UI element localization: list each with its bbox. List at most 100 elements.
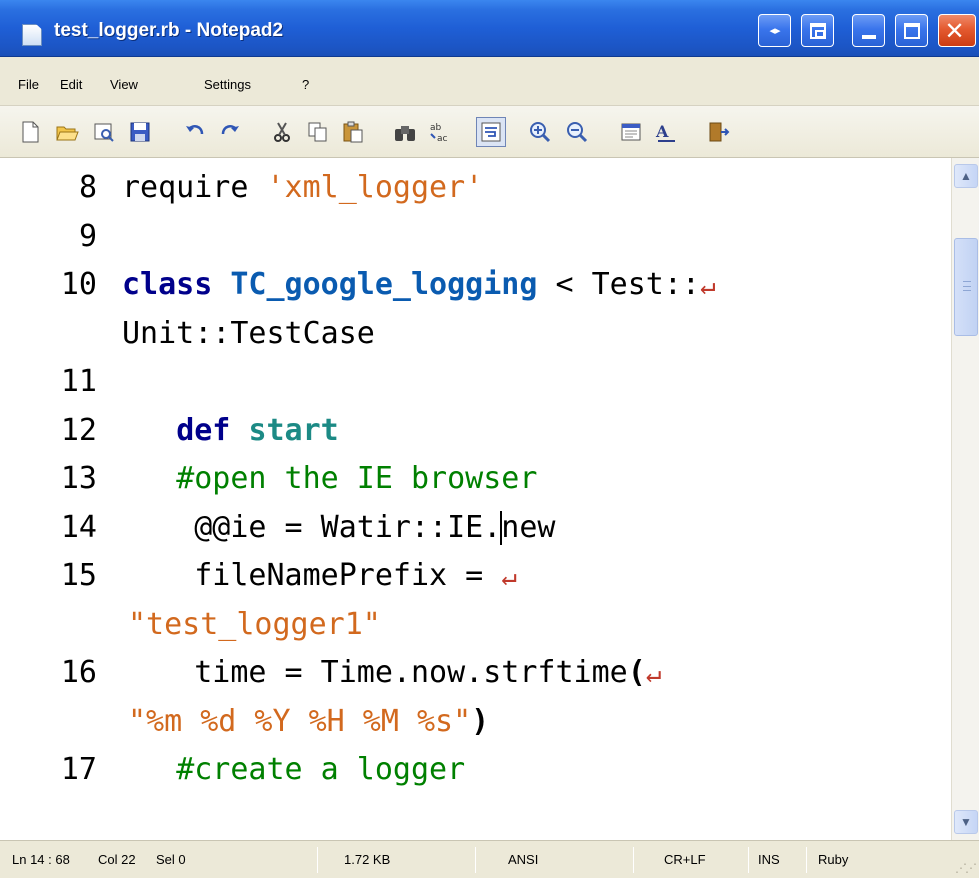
- status-line-position: Ln 14 : 68: [12, 852, 70, 867]
- line-number: 9: [78, 218, 97, 254]
- code-token: "%m %d %Y %H %M %s": [128, 703, 472, 739]
- undo-icon: [186, 125, 204, 135]
- code-line[interactable]: "%m %d %Y %H %M %s"): [0, 698, 951, 746]
- zoom-in-icon: [530, 122, 551, 143]
- code-line[interactable]: 11: [0, 358, 951, 406]
- code-line[interactable]: 13 #open the IE browser: [0, 455, 951, 503]
- svg-text:A: A: [655, 122, 669, 141]
- code-text: #create a logger: [122, 746, 465, 794]
- menu-file[interactable]: File: [18, 77, 39, 92]
- save-icon: [130, 122, 150, 142]
- resize-grip-icon[interactable]: ⋰⋰: [955, 861, 977, 875]
- paste-button[interactable]: [341, 120, 365, 144]
- line-number: 15: [60, 558, 97, 593]
- code-line[interactable]: 15 fileNamePrefix = ↵: [0, 552, 951, 600]
- open-file-button[interactable]: [55, 120, 79, 144]
- code-token: @@ie = Watir::IE.: [122, 509, 502, 545]
- restore-icon: [810, 23, 826, 39]
- line-number: 10: [60, 267, 97, 302]
- close-icon: ✕: [944, 18, 965, 45]
- undo-button[interactable]: [183, 120, 207, 144]
- menu-help[interactable]: ?: [302, 77, 309, 92]
- code-editor[interactable]: 8 require 'xml_logger' 9 10 class TC_google_…: [0, 158, 951, 840]
- zoom-in-button[interactable]: [528, 120, 552, 144]
- scroll-up-button[interactable]: ▲: [954, 164, 978, 188]
- code-line[interactable]: Unit::TestCase: [0, 310, 951, 358]
- code-text: fileNamePrefix = ↵: [122, 552, 517, 601]
- copy-button[interactable]: [306, 120, 330, 144]
- new-file-icon: [22, 121, 39, 143]
- code-line[interactable]: 10 class TC_google_logging < Test::↵: [0, 261, 951, 309]
- window-title: test_logger.rb - Notepad2: [54, 20, 284, 41]
- save-button[interactable]: [128, 120, 152, 144]
- menu-view[interactable]: View: [110, 77, 138, 92]
- replace-icon: abac: [430, 123, 448, 144]
- redo-button[interactable]: [218, 120, 242, 144]
- scroll-thumb[interactable]: [954, 238, 978, 336]
- status-line-endings[interactable]: CR+LF: [664, 841, 706, 878]
- code-line[interactable]: 9: [0, 213, 951, 261]
- code-token: Unit::TestCase: [122, 315, 375, 351]
- code-text: #open the IE browser: [122, 455, 537, 503]
- arrows-icon: ◂▸: [769, 25, 781, 37]
- vertical-scrollbar[interactable]: ▲ ▼: [951, 158, 979, 840]
- code-text: "test_logger1": [128, 601, 381, 649]
- line-number: 14: [60, 509, 97, 545]
- folder-open-icon: [56, 126, 79, 141]
- wrap-marker-icon: ↵: [645, 659, 662, 689]
- browse-icon: [94, 123, 114, 142]
- notepad-app-icon[interactable]: [22, 24, 42, 46]
- wrap-marker-icon: ↵: [501, 562, 517, 592]
- view-options-button[interactable]: [619, 120, 643, 144]
- font-button[interactable]: A: [654, 120, 678, 144]
- maximize-button[interactable]: [895, 14, 928, 47]
- status-file-size: 1.72 KB: [344, 852, 391, 867]
- status-divider: [317, 847, 318, 873]
- status-insert-mode[interactable]: INS: [758, 841, 780, 878]
- zoom-out-icon: [567, 122, 588, 143]
- code-line[interactable]: "test_logger1": [0, 601, 951, 649]
- scroll-down-button[interactable]: ▼: [954, 810, 978, 834]
- code-token: new: [501, 509, 556, 545]
- svg-text:ab: ab: [430, 123, 442, 133]
- title-bar[interactable]: test_logger.rb - Notepad2 ◂▸ ✕: [0, 0, 979, 57]
- code-text: def start: [122, 407, 339, 455]
- word-wrap-button[interactable]: [476, 117, 506, 147]
- arrows-button[interactable]: ◂▸: [758, 14, 791, 47]
- restore-button[interactable]: [801, 14, 834, 47]
- code-token: time = Time.now.strftime: [122, 655, 628, 690]
- status-encoding[interactable]: ANSI: [508, 841, 538, 878]
- zoom-out-button[interactable]: [565, 120, 589, 144]
- menu-settings[interactable]: Settings: [204, 77, 251, 92]
- code-token: (: [627, 655, 646, 690]
- redo-icon: [221, 125, 239, 135]
- find-button[interactable]: [393, 120, 417, 144]
- new-file-button[interactable]: [18, 120, 42, 144]
- minimize-button[interactable]: [852, 14, 885, 47]
- menu-edit[interactable]: Edit: [60, 77, 82, 92]
- code-line[interactable]: 16 time = Time.now.strftime(↵: [0, 649, 951, 697]
- wrap-marker-icon: ↵: [699, 271, 716, 301]
- exit-button[interactable]: [706, 120, 730, 144]
- binoculars-icon: [395, 126, 415, 141]
- code-line[interactable]: 8 require 'xml_logger': [0, 164, 951, 212]
- status-divider: [806, 847, 807, 873]
- code-text: time = Time.now.strftime(↵: [122, 649, 661, 698]
- status-language[interactable]: Ruby: [818, 841, 848, 878]
- replace-button[interactable]: ab ac: [428, 120, 452, 144]
- maximize-icon: [904, 23, 920, 39]
- code-line[interactable]: 14 @@ie = Watir::IE.new: [0, 504, 951, 552]
- code-line[interactable]: 12 def start: [0, 407, 951, 455]
- browse-button[interactable]: [92, 120, 116, 144]
- paste-icon: [343, 121, 363, 143]
- code-token: require: [122, 170, 267, 205]
- view-options-icon: [621, 123, 641, 141]
- minimize-icon: [862, 35, 876, 39]
- close-button[interactable]: ✕: [938, 14, 976, 47]
- code-line[interactable]: 17 #create a logger: [0, 746, 951, 794]
- code-token: ): [471, 703, 490, 739]
- cut-button[interactable]: [270, 120, 294, 144]
- code-token: 'xml_logger': [266, 170, 484, 205]
